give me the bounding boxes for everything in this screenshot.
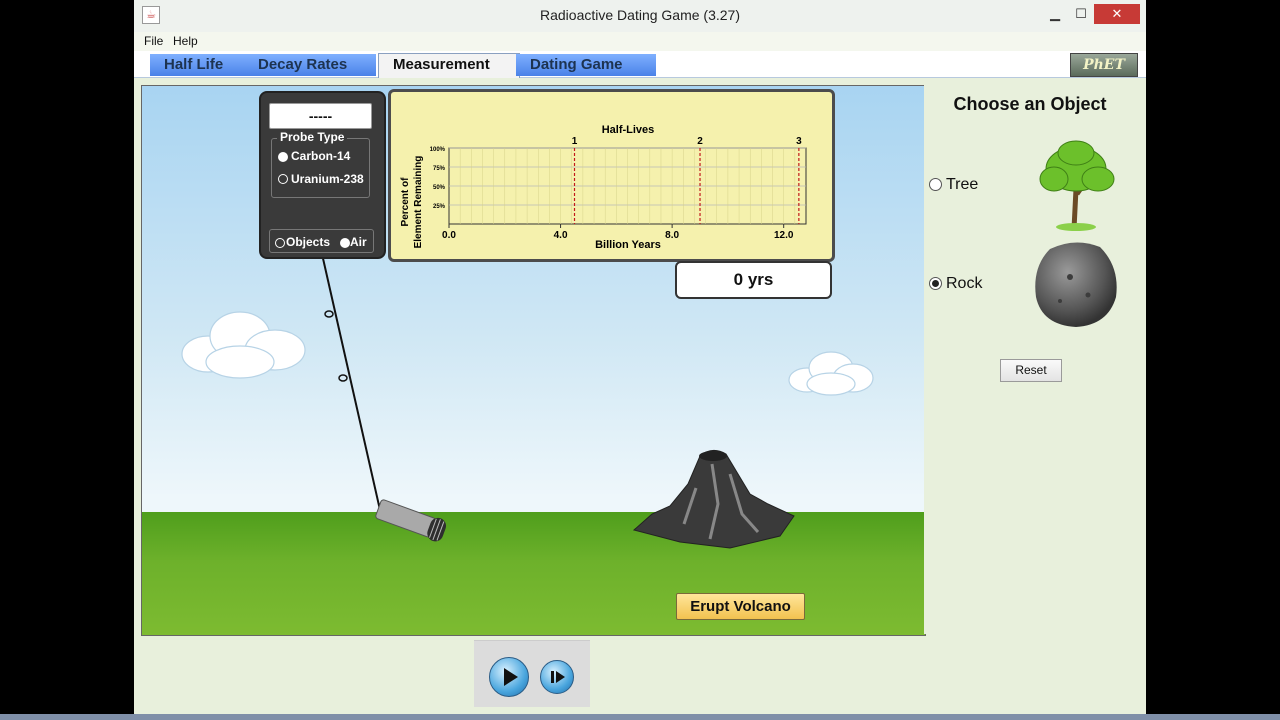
- rock-label[interactable]: Rock: [946, 275, 982, 293]
- time-readout: 0 yrs: [675, 261, 832, 299]
- half-life-marker-label: 3: [796, 136, 802, 147]
- phet-logo[interactable]: PhET: [1070, 53, 1138, 77]
- uranium-238-label[interactable]: Uranium-238: [291, 172, 364, 186]
- os-taskbar: [0, 714, 1280, 720]
- y-axis-label-line2: Element Remaining: [413, 156, 424, 249]
- carbon-14-radio[interactable]: [278, 152, 288, 162]
- tree-label[interactable]: Tree: [946, 176, 978, 194]
- uranium-238-radio[interactable]: [278, 174, 288, 184]
- app-window: ☕ Radioactive Dating Game (3.27) ▁ ☐ ✕ F…: [134, 0, 1146, 720]
- air-label[interactable]: Air: [350, 235, 367, 249]
- cloud-left: [181, 311, 306, 379]
- tab-measurement[interactable]: Measurement: [378, 53, 520, 78]
- reset-button[interactable]: Reset: [1000, 359, 1062, 382]
- ground: [142, 512, 925, 635]
- tab-decay-rates[interactable]: Decay Rates: [244, 54, 376, 76]
- objects-label[interactable]: Objects: [286, 235, 330, 249]
- title-bar: ☕ Radioactive Dating Game (3.27) ▁ ☐ ✕: [134, 0, 1146, 33]
- probe-panel: ----- Probe Type Carbon-14 Uranium-238 O…: [259, 91, 386, 259]
- probe-type-group: [271, 138, 370, 198]
- play-icon: [504, 668, 518, 686]
- x-tick-label: 12.0: [774, 230, 794, 241]
- window-title: Radioactive Dating Game (3.27): [540, 7, 740, 23]
- y-tick-label: 25%: [433, 204, 446, 210]
- tab-bar: Half Life Decay Rates Measurement Dating…: [134, 51, 1146, 78]
- object-chooser-panel: Choose an Object Tree Rock Reset: [924, 85, 1136, 634]
- probe-type-label: Probe Type: [277, 130, 348, 144]
- volcano[interactable]: [630, 444, 800, 554]
- tree-image[interactable]: [1036, 139, 1118, 231]
- cloud-right: [788, 351, 874, 396]
- play-button[interactable]: [489, 657, 529, 697]
- menu-bar: File Help: [134, 32, 1146, 51]
- step-icon: [551, 671, 565, 683]
- objects-radio[interactable]: [275, 238, 285, 248]
- tab-dating-game[interactable]: Dating Game: [516, 54, 656, 76]
- tab-half-life[interactable]: Half Life: [150, 54, 244, 76]
- step-button[interactable]: [540, 660, 574, 694]
- x-tick-label: 4.0: [554, 230, 568, 241]
- clock-controls: [474, 640, 590, 707]
- probe-readout: -----: [269, 103, 372, 129]
- y-axis-label-line1: Percent of: [400, 177, 411, 227]
- radiation-probe[interactable]: [370, 496, 460, 551]
- maximize-button[interactable]: ☐: [1068, 4, 1094, 24]
- y-tick-label: 100%: [430, 147, 446, 153]
- menu-help[interactable]: Help: [173, 34, 198, 48]
- minimize-button[interactable]: ▁: [1042, 4, 1068, 24]
- rock-image[interactable]: [1030, 237, 1122, 329]
- menu-file[interactable]: File: [144, 34, 163, 48]
- rock-radio[interactable]: [929, 277, 942, 290]
- chart-title: Half-Lives: [602, 124, 655, 136]
- tree-radio[interactable]: [929, 178, 942, 191]
- x-tick-label: 0.0: [442, 230, 456, 241]
- y-tick-label: 50%: [433, 185, 446, 191]
- x-tick-label: 8.0: [665, 230, 679, 241]
- chart-svg: Half-Lives Percent of Element Remaining …: [400, 124, 807, 251]
- y-tick-label: 75%: [433, 166, 446, 172]
- choose-object-title: Choose an Object: [953, 94, 1107, 114]
- half-life-marker-label: 2: [697, 136, 703, 147]
- erupt-volcano-button[interactable]: Erupt Volcano: [676, 593, 805, 620]
- simulation-scene: ----- Probe Type Carbon-14 Uranium-238 O…: [141, 85, 926, 636]
- x-axis-label: Billion Years: [595, 239, 661, 251]
- half-life-marker-label: 1: [572, 136, 578, 147]
- close-button[interactable]: ✕: [1094, 4, 1140, 24]
- air-radio[interactable]: [340, 238, 350, 248]
- carbon-14-label[interactable]: Carbon-14: [291, 149, 350, 163]
- half-life-chart: Half-Lives Percent of Element Remaining …: [388, 89, 835, 262]
